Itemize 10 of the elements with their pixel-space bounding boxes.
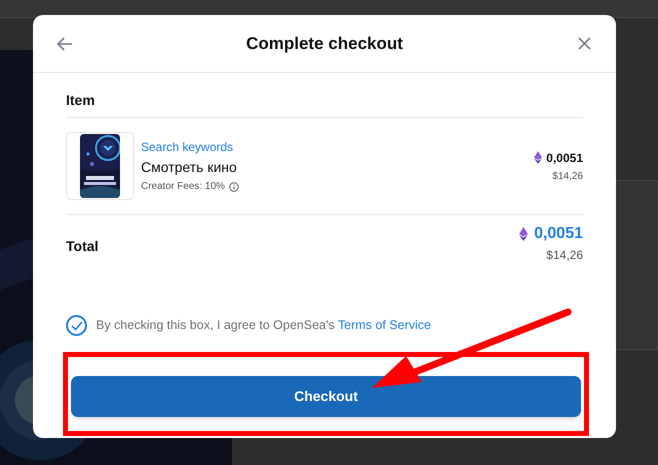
terms-link[interactable]: Terms of Service (338, 318, 431, 332)
total-price-usd: $14,26 (546, 247, 583, 264)
ethereum-icon (519, 227, 528, 241)
item-price-usd: $14,26 (552, 170, 583, 184)
ethereum-icon (534, 151, 542, 164)
back-arrow-icon (57, 36, 73, 50)
total-price: 0,0051 (534, 224, 583, 244)
item-price: 0,0051 (546, 150, 583, 166)
dialog-title: Complete checkout (245, 32, 404, 55)
close-icon (578, 37, 590, 50)
